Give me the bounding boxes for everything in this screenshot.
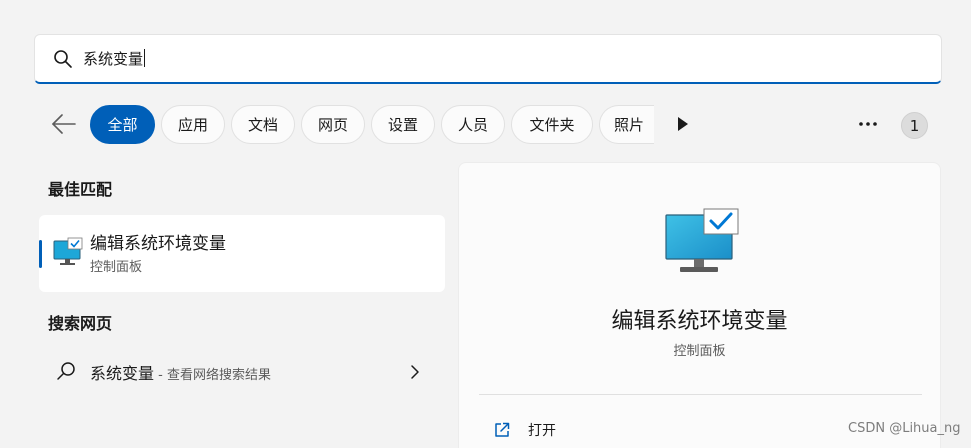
detail-panel: 编辑系统环境变量 控制面板 打开	[458, 162, 941, 448]
best-match-heading: 最佳匹配	[48, 180, 113, 199]
watermark: CSDN @Lihua_ng	[848, 421, 961, 436]
best-match-category: 控制面板	[90, 260, 143, 275]
system-properties-monitor-icon	[53, 237, 83, 265]
back-arrow-icon[interactable]	[50, 112, 78, 136]
detail-subtitle: 控制面板	[673, 344, 726, 359]
more-options-icon[interactable]	[856, 114, 880, 134]
search-input[interactable]: 系统变量	[83, 48, 146, 70]
filter-chip-all[interactable]: 全部	[90, 105, 155, 144]
search-icon	[54, 50, 72, 68]
search-box[interactable]: 系统变量	[34, 34, 942, 84]
web-search-icon	[57, 362, 75, 380]
filter-chip-documents[interactable]: 文档	[231, 105, 295, 144]
open-action[interactable]: 打开	[493, 418, 556, 442]
filter-chip-web[interactable]: 网页	[301, 105, 365, 144]
system-properties-monitor-icon	[665, 208, 739, 272]
web-search-hint: - 查看网络搜索结果	[154, 368, 271, 383]
selection-indicator	[39, 240, 42, 268]
web-search-query: 系统变量	[90, 364, 155, 383]
filter-chip-apps[interactable]: 应用	[161, 105, 225, 144]
web-search-text: 系统变量 - 查看网络搜索结果	[90, 360, 271, 384]
open-external-icon	[495, 422, 510, 437]
text-caret	[144, 49, 146, 67]
scroll-filters-right-icon[interactable]	[676, 116, 690, 132]
best-match-name: 编辑系统环境变量	[90, 234, 226, 254]
chevron-right-icon[interactable]	[409, 364, 421, 380]
filter-chip-people[interactable]: 人员	[441, 105, 505, 144]
detail-title: 编辑系统环境变量	[611, 309, 788, 334]
web-search-result[interactable]: 系统变量 - 查看网络搜索结果	[39, 350, 445, 394]
best-match-result[interactable]: 编辑系统环境变量 控制面板	[39, 215, 445, 292]
notification-badge[interactable]: 1	[901, 112, 928, 139]
filter-chip-settings[interactable]: 设置	[371, 105, 435, 144]
open-action-label: 打开	[528, 423, 556, 439]
search-query-text: 系统变量	[83, 50, 144, 68]
filter-chip-photos[interactable]: 照片	[599, 105, 654, 144]
web-search-heading: 搜索网页	[48, 314, 113, 333]
filter-chip-folders[interactable]: 文件夹	[511, 105, 593, 144]
detail-divider	[479, 394, 922, 395]
